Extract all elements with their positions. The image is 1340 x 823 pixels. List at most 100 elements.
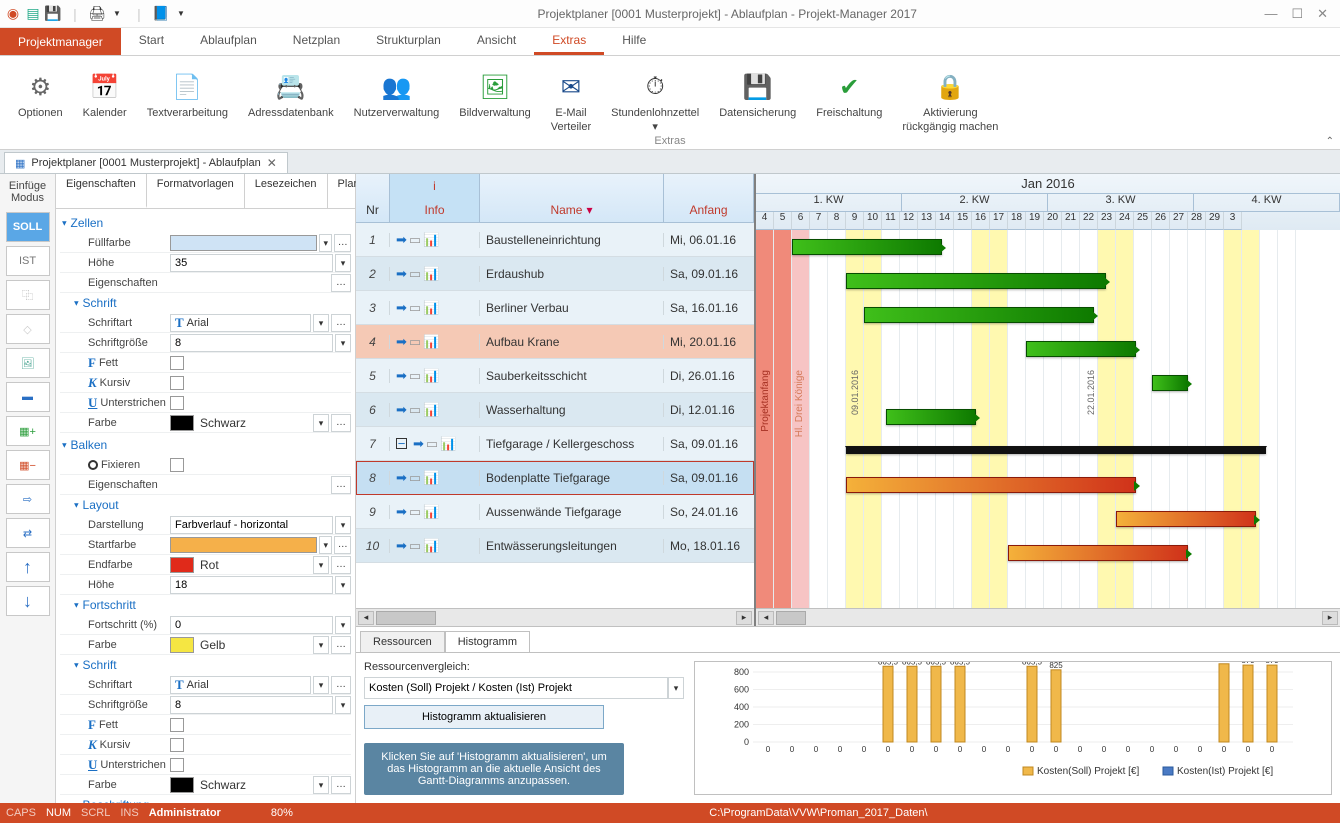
side-up-button[interactable]: ↑ xyxy=(6,552,50,582)
gantt-scrollbar-h[interactable]: ◂ ▸ xyxy=(756,608,1340,626)
ribbon-e-mail-verteiler[interactable]: ✉E-MailVerteiler xyxy=(541,71,601,133)
ribbon-adressdatenbank[interactable]: 📇Adressdatenbank xyxy=(238,71,344,133)
col-nr[interactable]: Nr xyxy=(356,198,390,222)
underline-checkbox2[interactable] xyxy=(170,758,184,772)
more-button[interactable]: … xyxy=(334,536,351,554)
mode-soll-button[interactable]: SOLL xyxy=(6,212,50,242)
task-scrollbar-h[interactable]: ◂ ▸ xyxy=(356,608,754,626)
dropdown-icon[interactable]: ▾ xyxy=(335,616,351,634)
ribbon-kalender[interactable]: 📅Kalender xyxy=(73,71,137,133)
ribbon-bildverwaltung[interactable]: 🖼Bildverwaltung xyxy=(449,71,541,133)
ribbon-collapse-icon[interactable]: ⌃ xyxy=(1326,136,1334,147)
tab-netzplan[interactable]: Netzplan xyxy=(275,28,358,55)
ribbon-stundenlohnzettel--[interactable]: ⏱Stundenlohnzettel▾ xyxy=(601,71,709,133)
ribbon-textverarbeitung[interactable]: 📄Textverarbeitung xyxy=(137,71,238,133)
col-name[interactable]: Name▾ xyxy=(480,198,664,222)
italic-checkbox2[interactable] xyxy=(170,738,184,752)
more-button[interactable]: … xyxy=(331,414,351,432)
side-extend-button[interactable]: ⇄ xyxy=(6,518,50,548)
task-row[interactable]: 8 ➡ ▭ 📊 Bodenplatte Tiefgarage Sa, 09.01… xyxy=(356,461,754,495)
file-tab[interactable]: Projektmanager xyxy=(0,28,121,55)
section-schrift2[interactable]: Schrift xyxy=(60,655,351,675)
minimize-button[interactable]: — xyxy=(1264,6,1277,22)
dropdown-icon[interactable]: ▾ xyxy=(319,536,332,554)
more-button[interactable]: … xyxy=(331,274,351,292)
gantt-bar[interactable] xyxy=(1152,375,1188,391)
tab-ansicht[interactable]: Ansicht xyxy=(459,28,534,55)
tab-ablaufplan[interactable]: Ablaufplan xyxy=(182,28,275,55)
side-down-button[interactable]: ↓ xyxy=(6,586,50,616)
ribbon-aktivierung-r-ckg-ngig-machen[interactable]: 🔒Aktivierungrückgängig machen xyxy=(892,71,1008,133)
task-row[interactable]: 7 − ➡ ▭ 📊 Tiefgarage / Kellergeschoss Sa… xyxy=(356,427,754,461)
scroll-right-icon[interactable]: ▸ xyxy=(1322,611,1338,625)
dropdown-icon[interactable]: ▾ xyxy=(313,556,329,574)
tab-formatvorlagen[interactable]: Formatvorlagen xyxy=(147,174,245,208)
startcolor-swatch[interactable] xyxy=(170,537,317,553)
dropdown-icon[interactable]: ▾ xyxy=(335,254,351,272)
section-beschriftung[interactable]: Beschriftung xyxy=(60,795,351,803)
color-swatch2[interactable] xyxy=(170,777,194,793)
more-button[interactable]: … xyxy=(331,676,351,694)
expand-icon[interactable]: − xyxy=(396,438,407,449)
tab-lesezeichen[interactable]: Lesezeichen xyxy=(245,174,328,208)
dropdown-icon[interactable]: ▾ xyxy=(335,696,351,714)
scroll-left-icon[interactable]: ◂ xyxy=(358,611,374,625)
tab-hilfe[interactable]: Hilfe xyxy=(604,28,664,55)
task-row[interactable]: 9 ➡ ▭ 📊 Aussenwände Tiefgarage So, 24.01… xyxy=(356,495,754,529)
section-schrift[interactable]: Schrift xyxy=(60,293,351,313)
dropdown-icon[interactable]: ▾ xyxy=(668,677,684,699)
scroll-thumb[interactable] xyxy=(776,611,806,625)
more-button[interactable]: … xyxy=(331,556,351,574)
side-diamond-button[interactable]: ◇ xyxy=(6,314,50,344)
ribbon-nutzerverwaltung[interactable]: 👥Nutzerverwaltung xyxy=(344,71,450,133)
col-info[interactable]: Info xyxy=(390,198,480,222)
progress-color-swatch[interactable] xyxy=(170,637,194,653)
tab-start[interactable]: Start xyxy=(121,28,182,55)
task-row[interactable]: 3 ➡ ▭ 📊 Berliner Verbau Sa, 16.01.16 xyxy=(356,291,754,325)
height-input[interactable] xyxy=(170,254,333,272)
scroll-left-icon[interactable]: ◂ xyxy=(758,611,774,625)
gantt-bar[interactable] xyxy=(846,477,1136,493)
dropdown-icon[interactable]: ▾ xyxy=(319,234,332,252)
dropdown-icon[interactable]: ▼ xyxy=(108,5,126,23)
more-button[interactable]: … xyxy=(331,636,351,654)
underline-checkbox[interactable] xyxy=(170,396,184,410)
section-fortschritt[interactable]: Fortschritt xyxy=(60,595,351,615)
ribbon-optionen[interactable]: ⚙Optionen xyxy=(8,71,73,133)
dropdown-icon[interactable]: ▾ xyxy=(313,314,329,332)
bar-height-input[interactable] xyxy=(170,576,333,594)
task-row[interactable]: 5 ➡ ▭ 📊 Sauberkeitsschicht Di, 26.01.16 xyxy=(356,359,754,393)
dropdown-icon[interactable]: ▼ xyxy=(172,5,190,23)
tab-strukturplan[interactable]: Strukturplan xyxy=(358,28,459,55)
close-button[interactable]: ✕ xyxy=(1317,6,1328,22)
gantt-bar[interactable] xyxy=(1008,545,1188,561)
more-button[interactable]: … xyxy=(334,234,351,252)
qat-print-icon[interactable]: 🖨 xyxy=(88,5,106,23)
tab-extras[interactable]: Extras xyxy=(534,28,604,55)
side-blue-button[interactable]: ▬ xyxy=(6,382,50,412)
bold-checkbox2[interactable] xyxy=(170,718,184,732)
side-link-button[interactable]: ⇨ xyxy=(6,484,50,514)
dropdown-icon[interactable]: ▾ xyxy=(335,516,351,534)
property-grid[interactable]: Zellen Füllfarbe ▾… Höhe ▾ Eigenschaften… xyxy=(56,209,355,803)
section-layout[interactable]: Layout xyxy=(60,495,351,515)
qat-open-icon[interactable]: ▤ xyxy=(24,5,42,23)
dropdown-icon[interactable]: ▾ xyxy=(313,414,329,432)
col-anfang[interactable]: Anfang xyxy=(664,198,754,222)
maximize-button[interactable]: ☐ xyxy=(1291,6,1303,22)
gantt-body[interactable]: Projektanfang Hl. Drei Könige 09.01.2016… xyxy=(756,230,1340,608)
gantt-bar[interactable] xyxy=(1116,511,1256,527)
qat-doc-icon[interactable]: 📘 xyxy=(152,5,170,23)
fontsize-input2[interactable] xyxy=(170,696,333,714)
gantt-bar[interactable] xyxy=(1026,341,1136,357)
italic-checkbox[interactable] xyxy=(170,376,184,390)
task-row[interactable]: 2 ➡ ▭ 📊 Erdaushub Sa, 09.01.16 xyxy=(356,257,754,291)
tab-eigenschaften[interactable]: Eigenschaften xyxy=(56,174,147,208)
section-balken[interactable]: Balken xyxy=(60,435,351,455)
fixieren-checkbox[interactable] xyxy=(170,458,184,472)
gantt-bar[interactable] xyxy=(846,273,1106,289)
darstellung-select[interactable] xyxy=(170,516,333,534)
progress-input[interactable] xyxy=(170,616,333,634)
more-button[interactable]: … xyxy=(331,776,351,794)
task-row[interactable]: 1 ➡ ▭ 📊 Baustelleneinrichtung Mi, 06.01.… xyxy=(356,223,754,257)
